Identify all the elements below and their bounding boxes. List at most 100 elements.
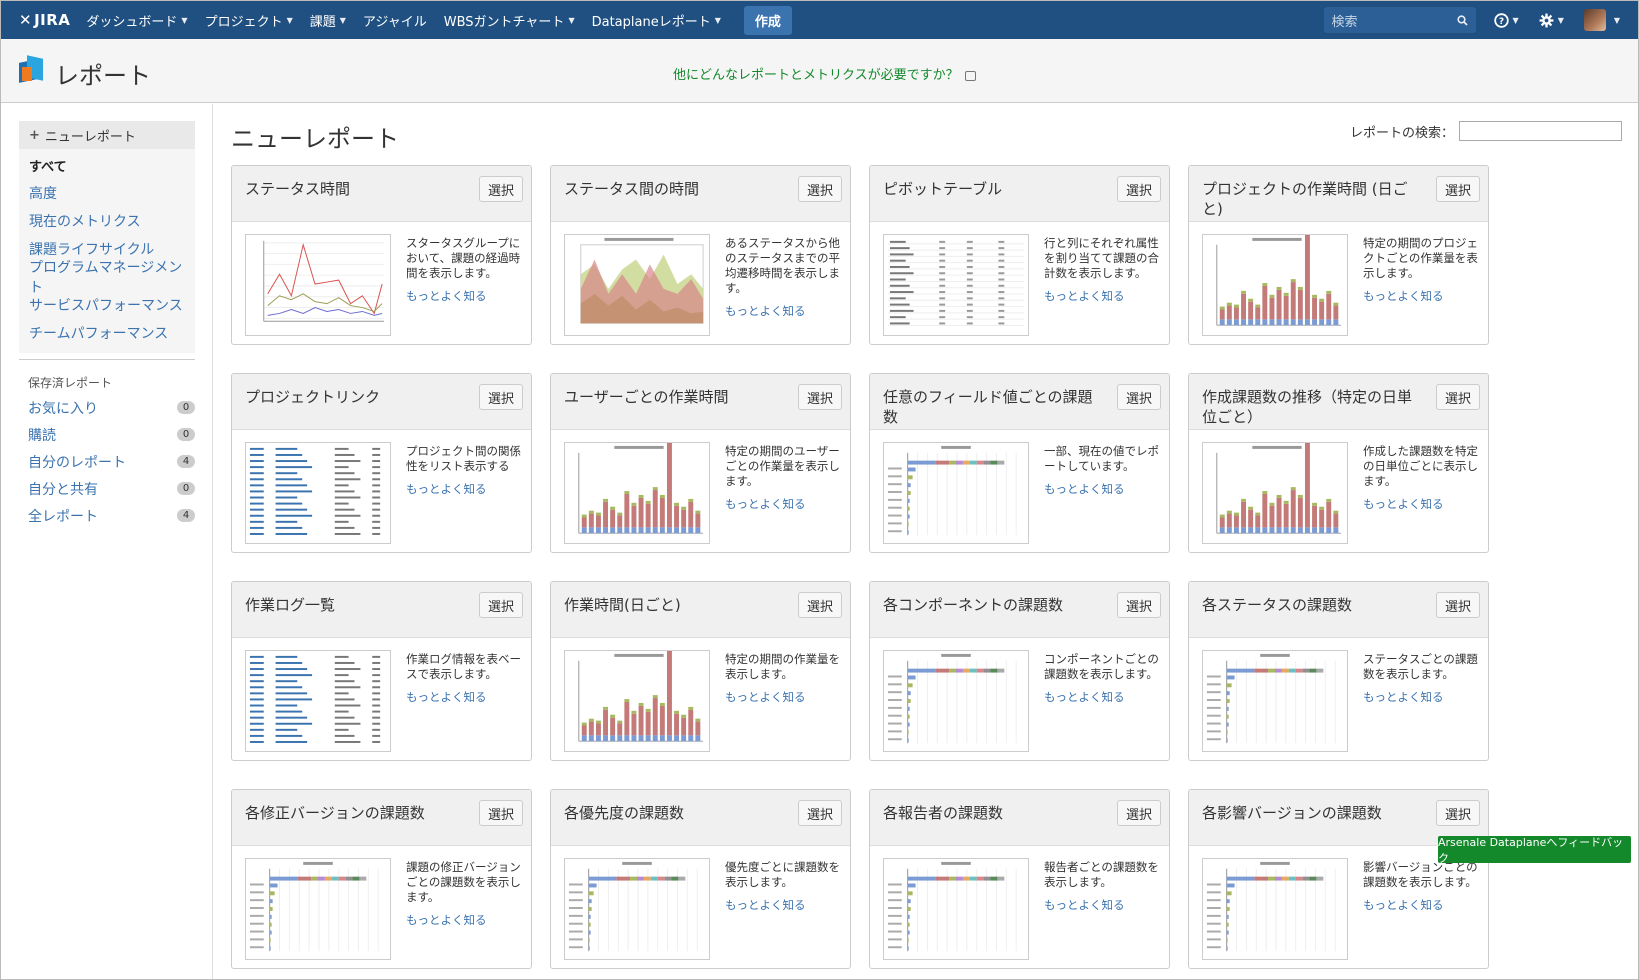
select-button[interactable]: 選択 — [479, 384, 523, 410]
sidebar-item-2[interactable]: 現在のメトリクス — [19, 207, 195, 235]
select-button[interactable]: 選択 — [798, 384, 842, 410]
page-title: レポート — [55, 62, 151, 90]
learn-more-link[interactable]: もっとよく知る — [1363, 497, 1479, 512]
nav-item-2[interactable]: 課題 ▼ — [310, 11, 346, 30]
select-button[interactable]: 選択 — [1436, 800, 1480, 826]
report-description-text: スタータスグループにおいて、課題の経過時間を表示します。 — [406, 236, 521, 280]
chevron-down-icon: ▼ — [339, 15, 346, 25]
report-card-description: 一部、現在の値でレポートしています。 もっとよく知る — [1044, 444, 1160, 497]
select-button[interactable]: 選択 — [1117, 800, 1161, 826]
sidebar-divider — [19, 359, 195, 360]
select-button[interactable]: 選択 — [1436, 176, 1480, 202]
sidebar-item-0[interactable]: すべて — [19, 151, 195, 179]
learn-more-link[interactable]: もっとよく知る — [406, 690, 522, 705]
chevron-down-icon: ▼ — [1557, 15, 1564, 25]
report-thumbnail — [245, 650, 391, 752]
sidebar-item-5[interactable]: サービスパフォーマンス — [19, 291, 195, 319]
select-button[interactable]: 選択 — [1436, 384, 1480, 410]
jira-logo-text: JIRA — [34, 11, 71, 29]
learn-more-link[interactable]: もっとよく知る — [725, 690, 841, 705]
report-thumbnail — [1202, 442, 1348, 544]
learn-more-link[interactable]: もっとよく知る — [725, 898, 841, 913]
report-search-input[interactable] — [1459, 121, 1623, 141]
select-button[interactable]: 選択 — [479, 592, 523, 618]
report-card: ユーザーごとの作業時間 選択 特定の期間のユーザーごとの作業量を表示します。 もっとよ… — [550, 373, 851, 553]
report-card-description: 特定の期間のユーザーごとの作業量を表示します。 もっとよく知る — [725, 444, 841, 512]
gear-icon — [1539, 13, 1554, 27]
select-button[interactable]: 選択 — [798, 176, 842, 202]
report-card-description: スタータスグループにおいて、課題の経過時間を表示します。もっとよく知る — [406, 236, 522, 304]
saved-report-item[interactable]: 自分のレポート 4 — [19, 448, 195, 475]
report-card: 各報告者の課題数 選択 報告者ごとの課題数を表示します。 もっとよく知る — [869, 789, 1170, 969]
learn-more-link[interactable]: もっとよく知る — [406, 289, 522, 304]
report-card-title: 各ステータスの課題数 — [1202, 596, 1353, 614]
learn-more-link[interactable]: もっとよく知る — [725, 304, 841, 319]
learn-more-link[interactable]: もっとよく知る — [1044, 898, 1160, 913]
report-thumbnail — [564, 858, 710, 960]
jira-logo[interactable]: ✕ JIRA — [19, 11, 70, 29]
dataplane-feedback-button[interactable]: Arsenale Dataplaneへフィードバック — [1438, 836, 1631, 865]
sidebar-category-list: すべて 高度 現在のメトリクス 課題ライフサイクル プログラムマネージメント サービスパフ… — [19, 149, 195, 353]
sidebar-item-1[interactable]: 高度 — [19, 179, 195, 207]
saved-report-item[interactable]: 全レポート 4 — [19, 502, 195, 529]
sidebar-new-report[interactable]: + ニューレポート — [19, 121, 195, 149]
report-card: ピボットテーブル 選択 行と列にそれぞれ属性を割り当てて課題の合計数を表示します。も… — [869, 165, 1170, 345]
report-thumbnail — [564, 650, 710, 752]
report-search: レポートの検索： — [1350, 121, 1623, 141]
svg-text:?: ? — [1498, 17, 1503, 27]
user-menu[interactable]: ▼ — [1583, 9, 1620, 31]
learn-more-link[interactable]: もっとよく知る — [406, 913, 522, 928]
report-card-description: 影響バージョンごとの課題数を表示します。 もっとよく知る — [1363, 860, 1479, 913]
create-button[interactable]: 作成 — [743, 5, 792, 35]
feedback-link[interactable]: 他にどんなレポートとメトリクスが必要ですか？ — [673, 64, 976, 83]
select-button[interactable]: 選択 — [798, 800, 842, 826]
saved-report-item[interactable]: 購読 0 — [19, 421, 195, 448]
report-card-header: 各修正バージョンの課題数 選択 — [232, 790, 531, 846]
report-thumbnail — [564, 234, 710, 336]
search-input[interactable]: 検索 — [1323, 7, 1476, 33]
select-button[interactable]: 選択 — [1117, 176, 1161, 202]
report-card-description: 行と列にそれぞれ属性を割り当てて課題の合計数を表示します。 もっとよく知る — [1044, 236, 1160, 304]
select-button[interactable]: 選択 — [479, 176, 523, 202]
learn-more-link[interactable]: もっとよく知る — [1044, 289, 1160, 304]
nav-item-4[interactable]: WBSガントチャート ▼ — [444, 11, 575, 30]
nav-right: 検索 ? ▼ ▼ ▼ — [1323, 1, 1638, 39]
report-card: 各影響バージョンの課題数 選択 影響バージョンごとの課題数を表示します。 もっとよく知… — [1188, 789, 1489, 969]
learn-more-link[interactable]: もっとよく知る — [725, 497, 841, 512]
sidebar-item-4[interactable]: プログラムマネージメント — [19, 260, 195, 296]
select-button[interactable]: 選択 — [798, 592, 842, 618]
report-thumbnail — [1202, 650, 1348, 752]
learn-more-link[interactable]: もっとよく知る — [1363, 289, 1479, 304]
nav-item-3[interactable]: アジャイル — [363, 11, 427, 30]
help-menu[interactable]: ? ▼ — [1493, 12, 1519, 28]
learn-more-link[interactable]: もっとよく知る — [1044, 690, 1160, 705]
saved-report-label: お気に入り — [28, 400, 98, 417]
report-card-title: プロジェクトの作業時間 (日ごと) — [1202, 180, 1408, 218]
count-badge: 4 — [177, 455, 195, 468]
select-button[interactable]: 選択 — [479, 800, 523, 826]
report-description-text: プロジェクト間の関係性をリスト表示する — [406, 444, 521, 473]
nav-item-5[interactable]: Dataplaneレポート ▼ — [592, 11, 721, 30]
report-description-text: 課題の修正バージョンごとの課題数を表示します。 — [406, 860, 521, 904]
select-button[interactable]: 選択 — [1117, 592, 1161, 618]
report-card-title: 各報告者の課題数 — [883, 804, 1004, 822]
report-card-header: 各報告者の課題数 選択 — [870, 790, 1169, 846]
sidebar-item-6[interactable]: チームパフォーマンス — [19, 319, 195, 347]
saved-report-item[interactable]: お気に入り 0 — [19, 394, 195, 421]
select-button[interactable]: 選択 — [1436, 592, 1480, 618]
count-badge: 0 — [177, 428, 195, 441]
saved-report-item[interactable]: 自分と共有 0 — [19, 475, 195, 502]
learn-more-link[interactable]: もっとよく知る — [1363, 898, 1479, 913]
report-card-description: 特定の期間のプロジェクトごとの作業量を表示します。 もっとよく知る — [1363, 236, 1479, 304]
nav-item-1[interactable]: プロジェクト ▼ — [205, 11, 293, 30]
learn-more-link[interactable]: もっとよく知る — [1044, 482, 1160, 497]
settings-menu[interactable]: ▼ — [1539, 13, 1564, 28]
nav-item-0[interactable]: ダッシュボード ▼ — [86, 11, 187, 30]
report-card-header: ステータス時間 選択 — [232, 166, 531, 222]
learn-more-link[interactable]: もっとよく知る — [406, 482, 522, 497]
report-card-description: コンポーネントごとの課題数を表示します。 もっとよく知る — [1044, 652, 1160, 705]
comment-icon — [964, 70, 976, 81]
learn-more-link[interactable]: もっとよく知る — [1363, 690, 1479, 705]
select-button[interactable]: 選択 — [1117, 384, 1161, 410]
report-card: 各優先度の課題数 選択 優先度ごとに課題数を表示します。 もっとよく知る — [550, 789, 851, 969]
